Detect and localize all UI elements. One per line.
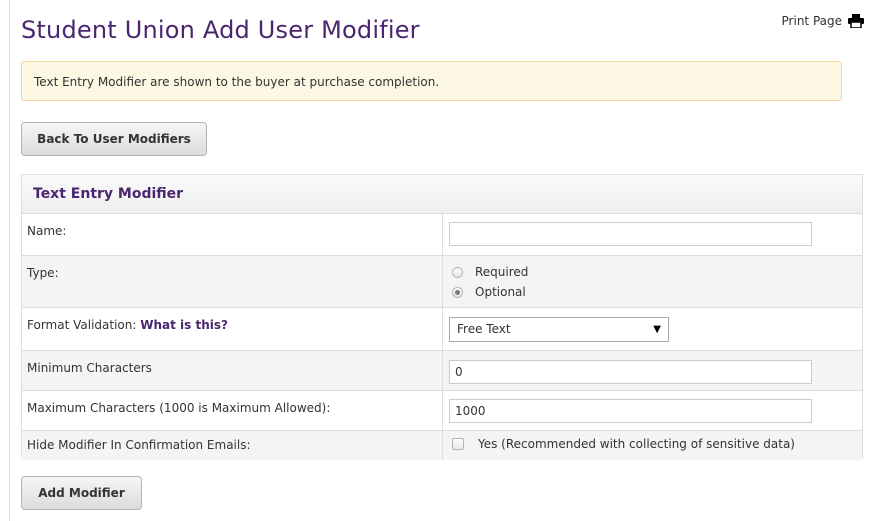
hide-modifier-label: Hide Modifier In Confirmation Emails:	[22, 431, 443, 460]
hide-modifier-row: Hide Modifier In Confirmation Emails: Ye…	[22, 431, 862, 460]
maximum-characters-input[interactable]	[449, 399, 812, 423]
back-to-user-modifiers-button[interactable]: Back To User Modifiers	[21, 122, 207, 156]
type-row: Type: Required Optional	[22, 256, 862, 308]
dropdown-arrow-icon: ▼	[653, 324, 661, 335]
type-required-label: Required	[475, 265, 529, 279]
print-page-label: Print Page	[781, 14, 842, 28]
maximum-characters-label: Maximum Characters (1000 is Maximum Allo…	[22, 391, 443, 430]
left-divider	[9, 0, 10, 521]
type-required-option[interactable]: Required	[452, 265, 528, 279]
hide-modifier-checkbox[interactable]	[452, 438, 464, 450]
hide-modifier-option[interactable]: Yes (Recommended with collecting of sens…	[452, 437, 795, 451]
info-alert: Text Entry Modifier are shown to the buy…	[21, 61, 842, 101]
name-input[interactable]	[449, 222, 812, 246]
type-required-radio[interactable]	[452, 266, 463, 278]
name-row: Name:	[22, 214, 862, 256]
format-validation-label: Format Validation:	[27, 318, 137, 332]
minimum-characters-row: Minimum Characters	[22, 351, 862, 391]
add-modifier-button[interactable]: Add Modifier	[21, 476, 142, 510]
minimum-characters-label: Minimum Characters	[22, 351, 443, 390]
type-optional-label: Optional	[475, 285, 526, 299]
print-page-link[interactable]: Print Page	[782, 14, 864, 28]
minimum-characters-input[interactable]	[449, 360, 812, 384]
text-entry-modifier-panel: Text Entry Modifier Name: Type: Required…	[21, 174, 863, 460]
format-validation-label-cell: Format Validation: What is this?	[22, 308, 443, 350]
what-is-this-link[interactable]: What is this?	[140, 318, 228, 332]
type-optional-radio[interactable]	[452, 286, 463, 298]
format-validation-selected: Free Text	[457, 322, 511, 336]
name-label: Name:	[22, 214, 443, 255]
type-label: Type:	[22, 256, 443, 307]
format-validation-select[interactable]: Free Text ▼	[449, 317, 669, 342]
maximum-characters-row: Maximum Characters (1000 is Maximum Allo…	[22, 391, 862, 431]
page-title: Student Union Add User Modifier	[21, 16, 420, 44]
info-alert-text: Text Entry Modifier are shown to the buy…	[34, 75, 440, 89]
printer-icon	[848, 14, 864, 28]
format-validation-row: Format Validation: What is this? Free Te…	[22, 308, 862, 351]
panel-heading: Text Entry Modifier	[22, 175, 862, 214]
hide-modifier-option-label: Yes (Recommended with collecting of sens…	[478, 437, 795, 451]
type-optional-option[interactable]: Optional	[452, 285, 526, 299]
